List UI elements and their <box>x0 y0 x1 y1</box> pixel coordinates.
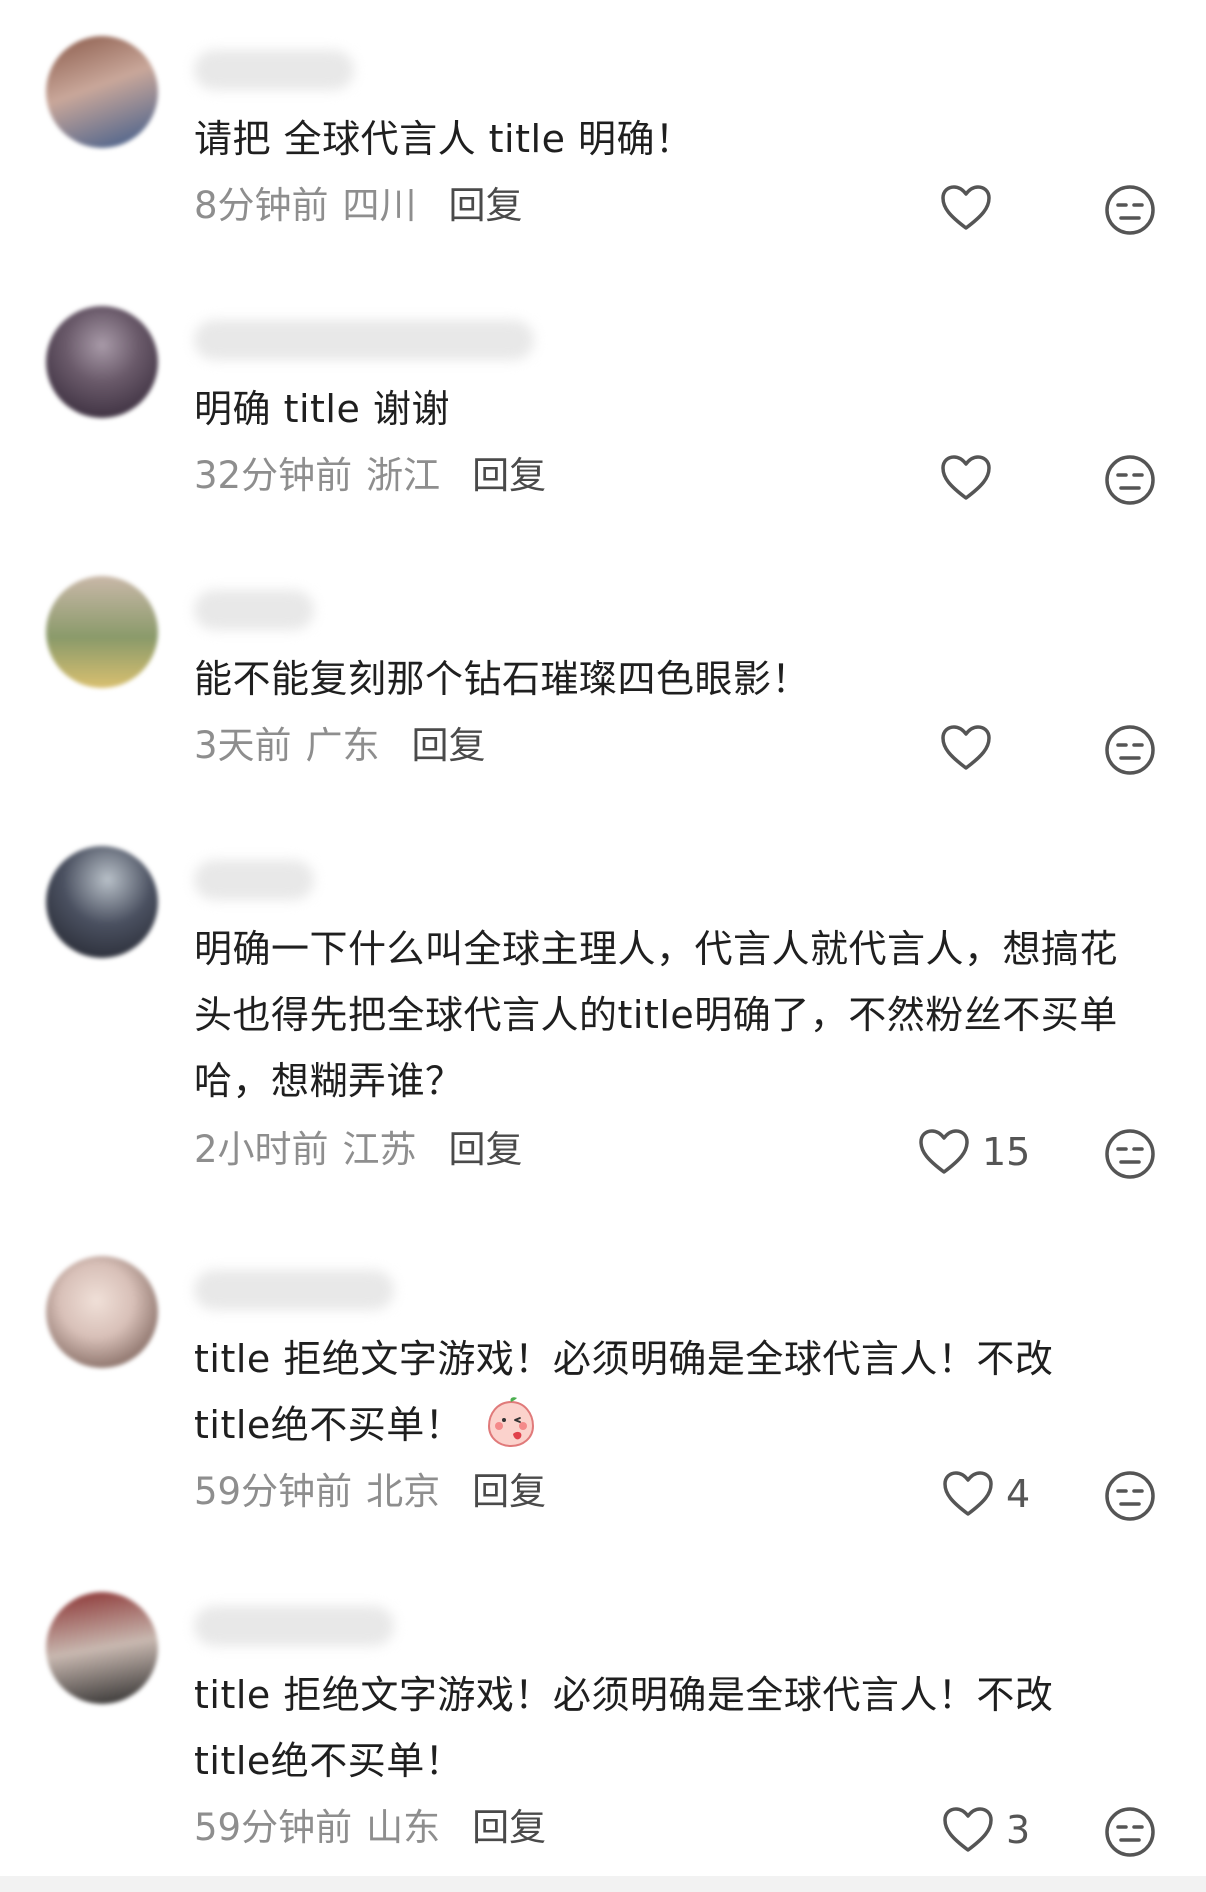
dislike-face-icon[interactable] <box>1104 454 1156 506</box>
reply-button[interactable]: 回复 <box>412 724 486 767</box>
comment-meta: 2小时前 江苏 回复 <box>194 1128 523 1172</box>
avatar[interactable] <box>46 576 158 688</box>
comment-location: 广东 <box>305 724 380 767</box>
comment-meta: 59分钟前 北京 回复 <box>194 1470 546 1514</box>
comment-text: 请把 全球代言人 title 明确！ <box>194 117 694 161</box>
dislike-face-icon[interactable] <box>1104 1806 1156 1858</box>
comment-meta: 8分钟前 四川 回复 <box>194 184 523 228</box>
comment-location: 山东 <box>366 1806 441 1849</box>
comment-time: 8分钟前 <box>194 184 329 227</box>
dislike-face-icon[interactable] <box>1104 1128 1156 1180</box>
comment-item: 能不能复刻那个钻石璀璨四色眼影！ 3天前 广东 回复 <box>0 540 1206 790</box>
comment-time: 32分钟前 <box>194 454 353 497</box>
reply-button[interactable]: 回复 <box>449 1128 523 1171</box>
heart-icon <box>941 185 991 230</box>
comment-meta: 59分钟前 山东 回复 <box>194 1806 546 1850</box>
comment-time: 2小时前 <box>194 1128 329 1171</box>
comment-item: title 拒绝文字游戏！必须明确是全球代言人！不改title绝不买单！ 59分… <box>0 1556 1206 1876</box>
dislike-face-icon[interactable] <box>1104 184 1156 236</box>
comment-item: 请把 全球代言人 title 明确！ 8分钟前 四川 回复 <box>0 0 1206 250</box>
comment-text: 明确一下什么叫全球主理人，代言人就代言人，想搞花头也得先把全球代言人的title… <box>194 927 1119 1103</box>
heart-icon <box>919 1129 969 1174</box>
like-count: 3 <box>1006 1808 1031 1852</box>
like-button[interactable] <box>940 184 1004 232</box>
comment-time: 59分钟前 <box>194 1470 353 1513</box>
dislike-face-icon[interactable] <box>1104 724 1156 776</box>
comment-text-content: title 拒绝文字游戏！必须明确是全球代言人！不改title绝不买单！ <box>194 1337 1054 1447</box>
comment-time: 3天前 <box>194 724 292 767</box>
like-button[interactable]: 15 <box>918 1128 1030 1176</box>
comment-item: 明确 title 谢谢 32分钟前 浙江 回复 <box>0 270 1206 520</box>
comment-location: 江苏 <box>342 1128 417 1171</box>
avatar[interactable] <box>46 1256 158 1368</box>
username-blurred[interactable] <box>194 860 314 900</box>
comment-text: title 拒绝文字游戏！必须明确是全球代言人！不改title绝不买单！ <box>194 1326 1114 1458</box>
heart-icon <box>941 725 991 770</box>
comment-item: 明确一下什么叫全球主理人，代言人就代言人，想搞花头也得先把全球代言人的title… <box>0 810 1206 1200</box>
username-blurred[interactable] <box>194 1606 394 1646</box>
heart-icon <box>941 455 991 500</box>
like-button[interactable]: 4 <box>942 1470 1030 1518</box>
like-button[interactable] <box>940 724 1004 772</box>
like-button[interactable] <box>940 454 1004 502</box>
like-button[interactable]: 3 <box>942 1806 1030 1854</box>
bottom-divider <box>0 1876 1206 1892</box>
reply-button[interactable]: 回复 <box>472 1470 546 1513</box>
comment-location: 北京 <box>366 1470 441 1513</box>
reply-button[interactable]: 回复 <box>472 1806 546 1849</box>
reply-button[interactable]: 回复 <box>472 454 546 497</box>
username-blurred[interactable] <box>194 320 534 360</box>
comment-meta: 32分钟前 浙江 回复 <box>194 454 546 498</box>
comment-text: 能不能复刻那个钻石璀璨四色眼影！ <box>194 657 811 701</box>
username-blurred[interactable] <box>194 50 354 90</box>
comment-location: 四川 <box>342 184 417 227</box>
like-count: 15 <box>982 1130 1031 1174</box>
heart-icon <box>943 1807 993 1852</box>
avatar[interactable] <box>46 1592 158 1704</box>
comment-time: 59分钟前 <box>194 1806 353 1849</box>
avatar[interactable] <box>46 36 158 148</box>
comment-location: 浙江 <box>366 454 441 497</box>
heart-icon <box>943 1471 993 1516</box>
comment-item: title 拒绝文字游戏！必须明确是全球代言人！不改title绝不买单！ 59分… <box>0 1220 1206 1540</box>
username-blurred[interactable] <box>194 1270 394 1310</box>
username-blurred[interactable] <box>194 590 314 630</box>
like-count: 4 <box>1006 1472 1031 1516</box>
comment-text: 明确 title 谢谢 <box>194 387 450 431</box>
comment-meta: 3天前 广东 回复 <box>194 724 486 768</box>
avatar[interactable] <box>46 306 158 418</box>
reply-button[interactable]: 回复 <box>449 184 523 227</box>
comment-text: title 拒绝文字游戏！必须明确是全球代言人！不改title绝不买单！ <box>194 1673 1054 1783</box>
avatar[interactable] <box>46 846 158 958</box>
dislike-face-icon[interactable] <box>1104 1470 1156 1522</box>
blushing-peach-emoji <box>488 1397 535 1448</box>
